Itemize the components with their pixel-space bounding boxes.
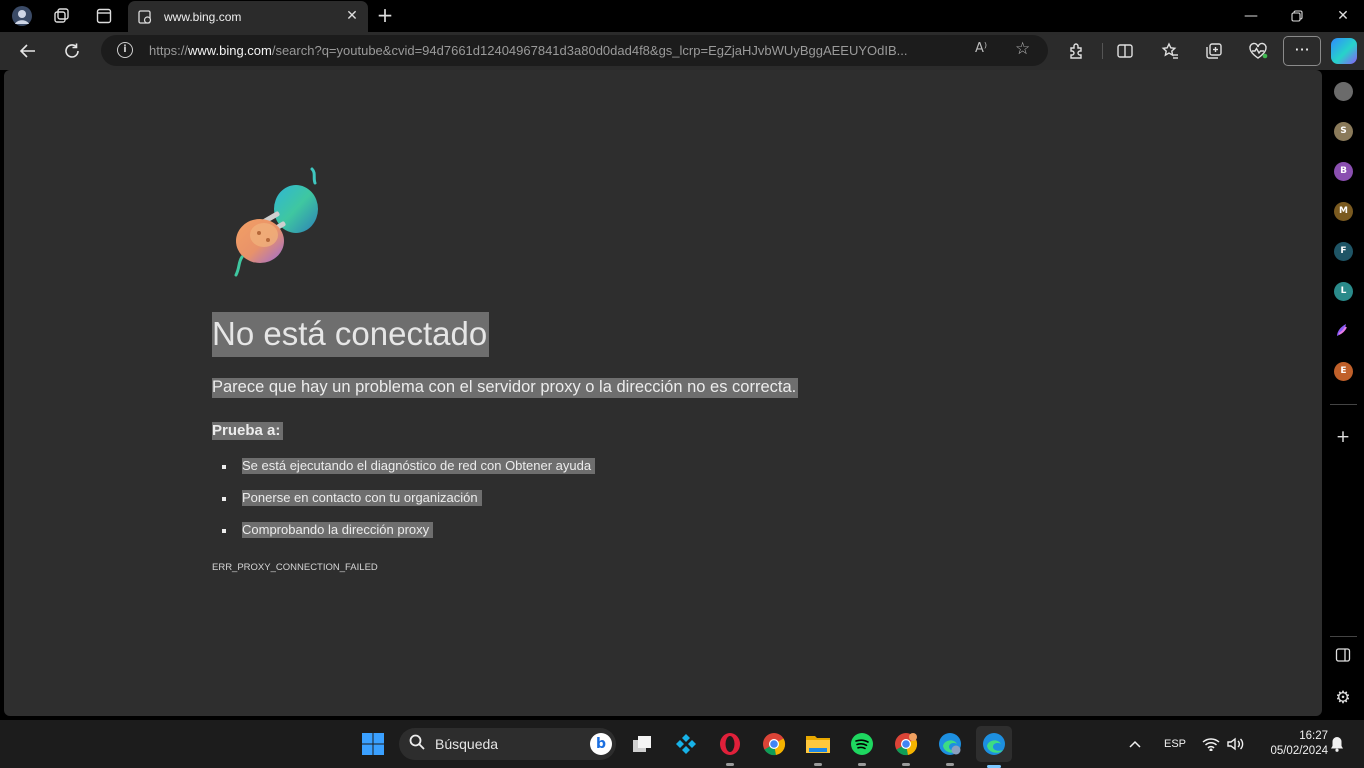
bing-icon[interactable]: b <box>590 733 612 755</box>
running-indicator <box>902 763 910 766</box>
collections-icon[interactable] <box>1200 37 1228 65</box>
workspaces-icon[interactable] <box>50 4 74 28</box>
try-label: Prueba a: <box>212 422 284 440</box>
close-window-button[interactable]: ✕ <box>1320 0 1364 32</box>
extensions-icon[interactable] <box>1063 37 1091 65</box>
show-hidden-icons-chevron-icon[interactable] <box>1128 720 1142 768</box>
tab-title: www.bing.com <box>164 9 242 24</box>
search-icon <box>409 734 425 754</box>
address-url[interactable]: https://www.bing.com/search?q=youtube&cv… <box>149 43 969 58</box>
sidebar-app-icon[interactable]: M <box>1334 202 1353 221</box>
page-subtitle: Parece que hay un problema con el servid… <box>212 378 799 398</box>
chrome-profile-icon[interactable] <box>890 728 922 766</box>
tab-actions-icon[interactable] <box>92 4 116 28</box>
error-code: ERR_PROXY_CONNECTION_FAILED <box>212 562 378 573</box>
windows-start-icon[interactable] <box>357 728 389 760</box>
favorite-star-icon[interactable]: ☆ <box>1015 39 1030 59</box>
opera-icon[interactable] <box>714 728 746 766</box>
suggestion-text: Ponerse en contacto con tu organización <box>242 490 482 506</box>
minimize-button[interactable]: — <box>1228 0 1274 32</box>
sidebar-app-icon[interactable]: E <box>1334 362 1353 381</box>
refresh-button[interactable] <box>58 37 86 65</box>
split-screen-icon[interactable] <box>1111 37 1139 65</box>
add-sidebar-app-icon[interactable]: + <box>1332 426 1354 448</box>
volume-icon[interactable] <box>1226 720 1244 768</box>
wifi-icon[interactable] <box>1202 720 1220 768</box>
running-indicator <box>858 763 866 766</box>
sidebar-app-icon[interactable] <box>1334 82 1353 101</box>
restore-button[interactable] <box>1274 0 1320 32</box>
taskbar: Búsqueda b ESP 16:27 05/02/2024 <box>0 720 1364 768</box>
running-indicator <box>814 763 822 766</box>
page-title: No está conectado <box>212 312 490 357</box>
file-explorer-icon[interactable] <box>802 728 834 766</box>
bullet <box>222 529 226 533</box>
hide-sidebar-icon[interactable] <box>1332 647 1354 669</box>
settings-and-more-button[interactable]: ··· <box>1283 36 1321 66</box>
kodi-icon[interactable] <box>670 728 702 760</box>
sidebar-divider <box>1330 636 1357 637</box>
spotify-icon[interactable] <box>846 728 878 766</box>
search-placeholder: Búsqueda <box>435 736 499 752</box>
sidebar-divider <box>1330 404 1357 405</box>
toolbar: i https://www.bing.com/search?q=youtube&… <box>0 32 1364 70</box>
read-aloud-icon[interactable]: A⁾ <box>975 41 987 56</box>
running-indicator <box>946 763 954 766</box>
title-bar: www.bing.com ✕ + — ✕ <box>0 0 1364 32</box>
copilot-icon[interactable] <box>1331 38 1357 64</box>
new-tab-button[interactable]: + <box>374 4 396 26</box>
edge-active-icon[interactable] <box>976 726 1012 768</box>
close-tab-icon[interactable]: ✕ <box>344 8 360 24</box>
clock-date: 05/02/2024 <box>1270 745 1328 757</box>
toolbar-divider <box>1102 43 1103 59</box>
task-view-icon[interactable] <box>626 728 658 760</box>
disconnected-plug-illustration <box>234 167 318 277</box>
bullet <box>222 465 226 469</box>
edge-sidebar: S B M F L E + ⚙ <box>1322 70 1364 720</box>
taskbar-search[interactable]: Búsqueda b <box>399 728 616 760</box>
running-indicator <box>726 763 734 766</box>
sidebar-app-icon[interactable]: L <box>1334 282 1353 301</box>
sidebar-app-icon[interactable]: F <box>1334 242 1353 261</box>
chrome-icon[interactable] <box>758 728 790 760</box>
profile-avatar-icon[interactable] <box>10 4 34 28</box>
input-language[interactable]: ESP <box>1164 720 1186 768</box>
taskbar-clock[interactable]: 16:27 05/02/2024 <box>1258 729 1328 759</box>
sidebar-app-icon[interactable]: B <box>1334 162 1353 181</box>
bullet <box>222 497 226 501</box>
suggestion-text: Se está ejecutando el diagnóstico de red… <box>242 458 596 474</box>
suggestion-text: Comprobando la dirección proxy <box>242 522 434 538</box>
designer-icon[interactable] <box>1332 320 1354 342</box>
sidebar-settings-gear-icon[interactable]: ⚙ <box>1332 687 1354 709</box>
edge-profile-icon[interactable] <box>934 728 966 766</box>
back-button[interactable] <box>14 37 42 65</box>
notifications-bell-icon[interactable] <box>1330 720 1344 768</box>
sidebar-app-icon[interactable]: S <box>1334 122 1353 141</box>
tab-bing[interactable]: www.bing.com ✕ <box>128 1 368 32</box>
favorites-icon[interactable] <box>1156 37 1184 65</box>
clock-time: 16:27 <box>1299 730 1328 742</box>
address-bar[interactable]: i https://www.bing.com/search?q=youtube&… <box>101 35 1048 66</box>
page-error-icon <box>138 9 152 24</box>
site-info-icon[interactable]: i <box>117 42 133 58</box>
browser-essentials-icon[interactable] <box>1244 37 1272 65</box>
